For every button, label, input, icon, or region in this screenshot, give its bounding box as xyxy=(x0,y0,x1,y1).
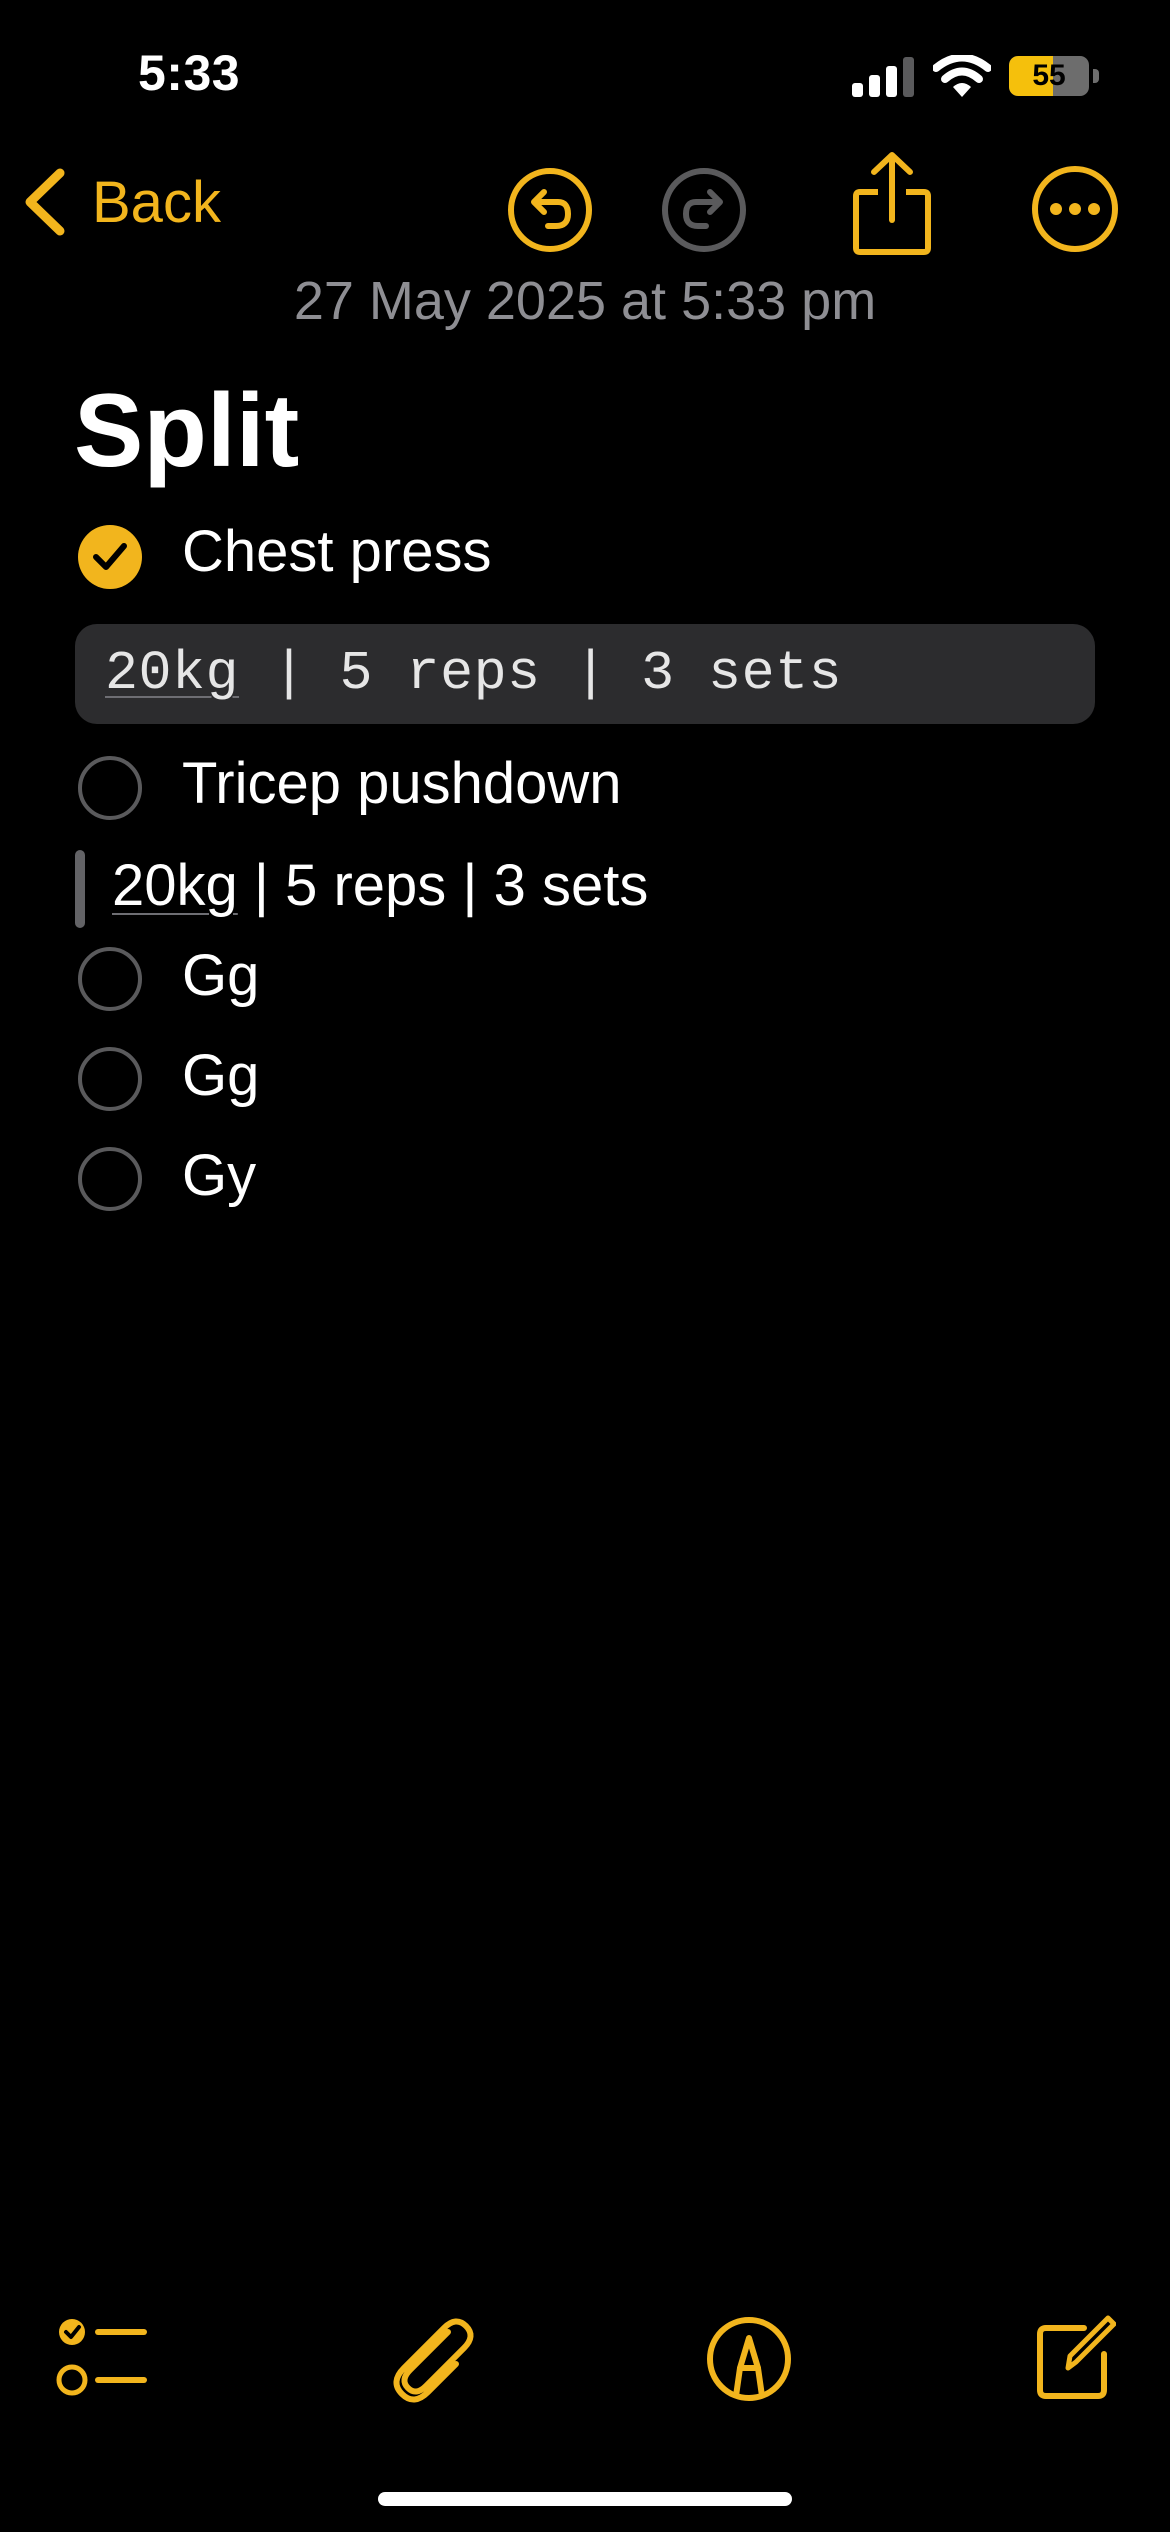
checklist-checkbox[interactable] xyxy=(78,1047,142,1111)
note-date: 27 May 2025 at 5:33 pm xyxy=(293,271,877,331)
checklist-checkbox-checked[interactable] xyxy=(78,525,142,589)
checklist-item-label[interactable]: Gy xyxy=(182,1142,256,1209)
checkmark-icon xyxy=(93,543,127,570)
redo-icon[interactable] xyxy=(660,166,748,254)
undo-icon[interactable] xyxy=(506,166,594,254)
note-title[interactable]: Split xyxy=(74,372,299,491)
quote-detail: | 5 reps | 3 sets xyxy=(237,853,649,918)
compose-icon[interactable] xyxy=(1034,2314,1116,2400)
battery-icon: 55 xyxy=(1009,56,1099,96)
code-block-weight: 20kg xyxy=(105,642,240,705)
home-indicator[interactable] xyxy=(378,2492,792,2506)
more-icon[interactable] xyxy=(1030,164,1120,254)
signal-icon xyxy=(852,57,914,97)
code-block[interactable]: 20kg | 5 reps | 3 sets xyxy=(75,624,1095,724)
checklist-icon[interactable] xyxy=(56,2316,148,2398)
paperclip-icon[interactable] xyxy=(386,2312,476,2404)
checklist-item-label[interactable]: Tricep pushdown xyxy=(182,750,622,817)
quote-text[interactable]: 20kg | 5 reps | 3 sets xyxy=(112,852,648,919)
checklist-checkbox[interactable] xyxy=(78,1147,142,1211)
checklist-item-label[interactable]: Gg xyxy=(182,1042,259,1109)
share-icon[interactable] xyxy=(850,150,934,256)
checklist-item-label[interactable]: Gg xyxy=(182,942,259,1009)
checklist-checkbox[interactable] xyxy=(78,947,142,1011)
quote-bar xyxy=(75,850,85,928)
back-label: Back xyxy=(92,169,221,235)
wifi-icon xyxy=(933,55,991,97)
code-block-detail: | 5 reps | 3 sets xyxy=(239,642,843,705)
markup-pen-icon[interactable] xyxy=(706,2316,792,2402)
battery-nub xyxy=(1093,69,1099,83)
checklist-checkbox[interactable] xyxy=(78,756,142,820)
battery-percentage: 55 xyxy=(1032,59,1066,92)
quote-weight: 20kg xyxy=(112,853,238,918)
code-block-text: 20kg | 5 reps | 3 sets xyxy=(105,624,842,724)
checklist-item-label[interactable]: Chest press xyxy=(182,518,491,585)
back-button[interactable]: Back xyxy=(22,160,221,244)
chevron-left-icon xyxy=(25,168,65,236)
status-time: 5:33 xyxy=(138,45,241,101)
